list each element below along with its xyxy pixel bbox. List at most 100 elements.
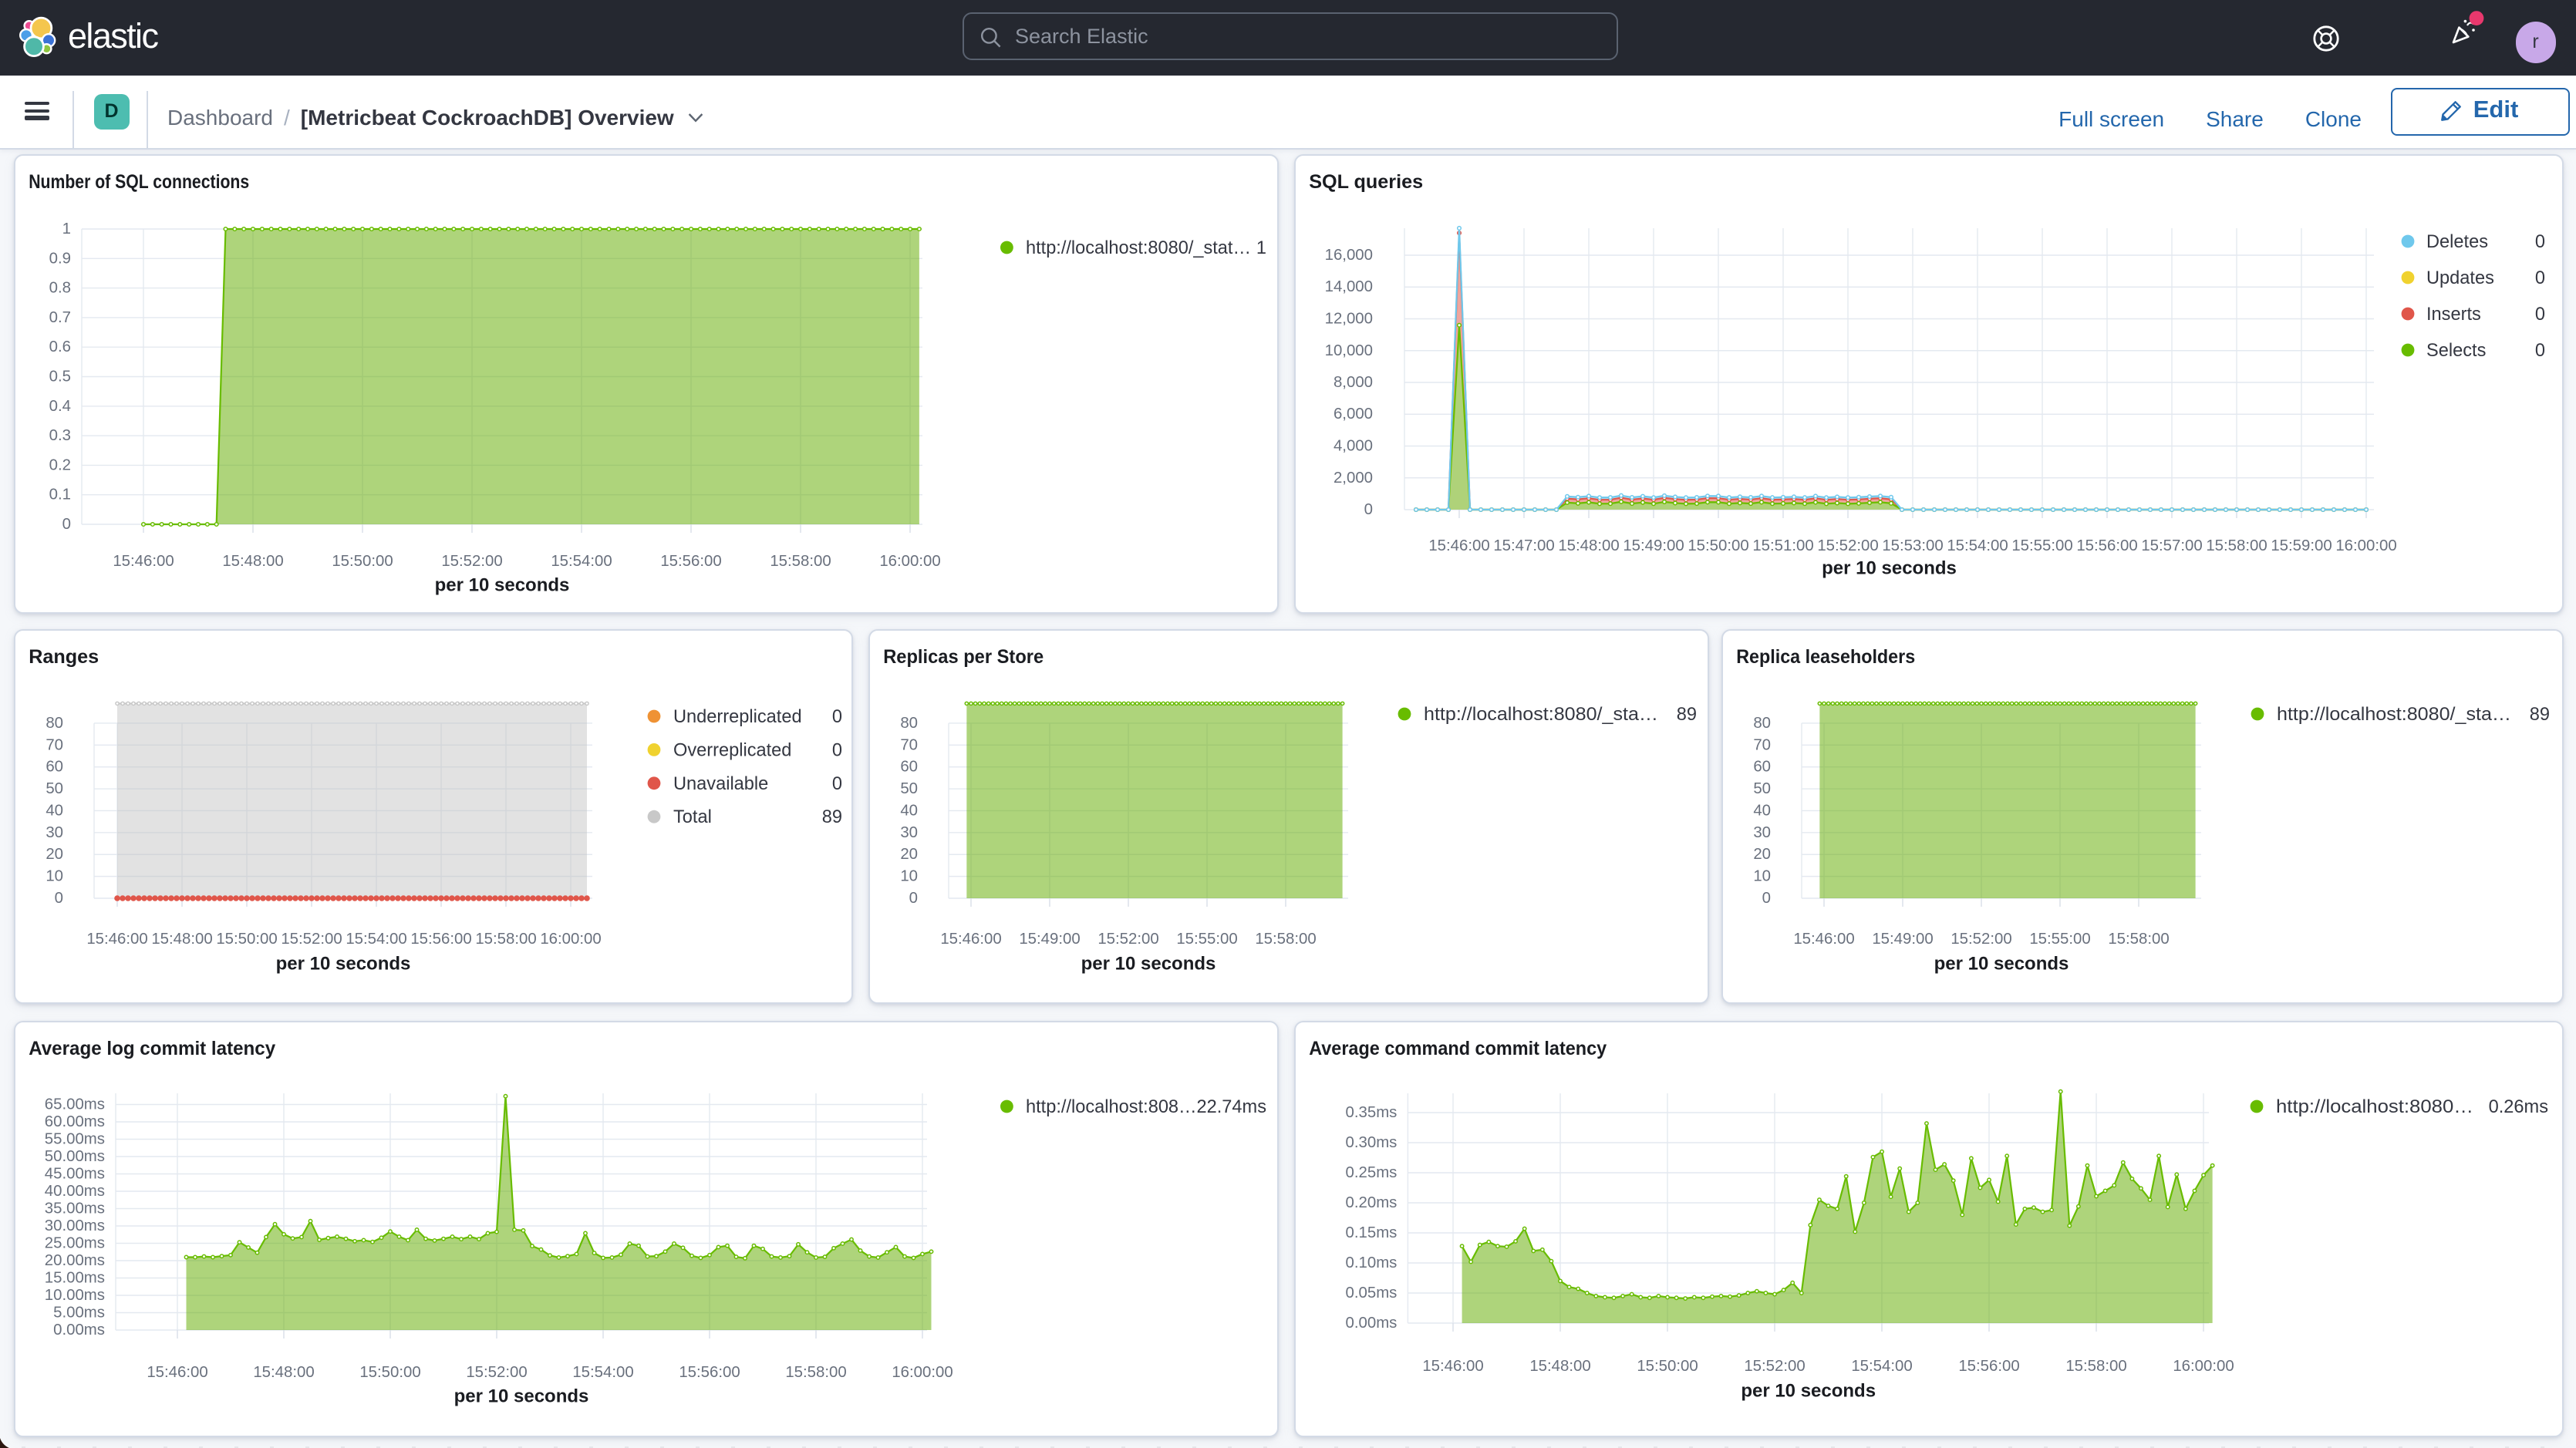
svg-text:60: 60 xyxy=(46,758,63,775)
svg-text:Underreplicated: Underreplicated xyxy=(673,706,802,726)
svg-text:89: 89 xyxy=(1677,704,1697,724)
svg-text:http://localhost:8080/_sta…: http://localhost:8080/_sta… xyxy=(1424,704,1658,724)
svg-text:15:47:00: 15:47:00 xyxy=(1493,537,1554,554)
svg-text:15:49:00: 15:49:00 xyxy=(1871,930,1932,947)
svg-text:15:46:00: 15:46:00 xyxy=(1428,537,1489,554)
svg-text:70: 70 xyxy=(900,736,918,753)
svg-text:16:00:00: 16:00:00 xyxy=(540,930,601,947)
svg-text:0: 0 xyxy=(2535,340,2545,360)
svg-text:15:58:00: 15:58:00 xyxy=(1255,930,1316,947)
svg-text:14,000: 14,000 xyxy=(1325,278,1373,295)
svg-text:55.00ms: 55.00ms xyxy=(45,1130,105,1147)
svg-text:40: 40 xyxy=(1752,801,1770,818)
svg-text:Unavailable: Unavailable xyxy=(673,773,768,793)
svg-text:15:56:00: 15:56:00 xyxy=(410,930,471,947)
svg-text:http://localhost:8080…: http://localhost:8080… xyxy=(2276,1096,2473,1116)
svg-text:15:50:00: 15:50:00 xyxy=(216,930,277,947)
svg-text:2,000: 2,000 xyxy=(1334,469,1373,486)
svg-text:per 10 seconds: per 10 seconds xyxy=(1741,1380,1876,1401)
svg-text:50: 50 xyxy=(46,780,63,796)
svg-text:70: 70 xyxy=(1752,736,1770,753)
svg-text:15:56:00: 15:56:00 xyxy=(660,552,721,569)
svg-text:30.00ms: 30.00ms xyxy=(45,1217,105,1234)
svg-text:Overreplicated: Overreplicated xyxy=(673,739,791,759)
svg-text:80: 80 xyxy=(46,714,63,731)
svg-text:15:52:00: 15:52:00 xyxy=(441,552,502,569)
svg-text:0: 0 xyxy=(832,706,842,726)
svg-text:Updates: Updates xyxy=(2426,268,2494,288)
svg-text:50: 50 xyxy=(900,780,918,796)
svg-text:10: 10 xyxy=(900,867,918,884)
svg-text:15:46:00: 15:46:00 xyxy=(1422,1357,1483,1374)
svg-text:15:59:00: 15:59:00 xyxy=(2271,537,2332,554)
svg-text:40.00ms: 40.00ms xyxy=(45,1182,105,1199)
svg-text:0.3: 0.3 xyxy=(49,426,71,443)
svg-text:60: 60 xyxy=(1752,758,1770,775)
svg-text:15:54:00: 15:54:00 xyxy=(1851,1357,1912,1374)
svg-text:15:52:00: 15:52:00 xyxy=(281,930,342,947)
svg-text:15:58:00: 15:58:00 xyxy=(770,552,831,569)
svg-text:15:52:00: 15:52:00 xyxy=(1817,537,1878,554)
svg-text:0.2: 0.2 xyxy=(49,456,71,473)
svg-text:15:46:00: 15:46:00 xyxy=(86,930,147,947)
svg-text:5.00ms: 5.00ms xyxy=(53,1304,105,1321)
svg-text:0: 0 xyxy=(62,515,71,532)
svg-text:15:58:00: 15:58:00 xyxy=(475,930,536,947)
svg-text:80: 80 xyxy=(900,714,918,731)
svg-text:40: 40 xyxy=(46,801,63,818)
svg-text:0.6: 0.6 xyxy=(49,338,71,355)
svg-text:1: 1 xyxy=(1256,237,1266,258)
svg-text:http://localhost:8080/_sta…: http://localhost:8080/_sta… xyxy=(2276,704,2510,724)
svg-text:0.25ms: 0.25ms xyxy=(1346,1163,1398,1180)
svg-text:0: 0 xyxy=(1364,500,1373,517)
svg-text:Average log commit latency: Average log commit latency xyxy=(29,1037,275,1059)
svg-text:per 10 seconds: per 10 seconds xyxy=(435,574,570,595)
svg-text:0: 0 xyxy=(2535,304,2545,324)
svg-text:10: 10 xyxy=(1752,867,1770,884)
svg-text:15:50:00: 15:50:00 xyxy=(332,552,393,569)
svg-text:0: 0 xyxy=(2535,268,2545,288)
svg-text:15:54:00: 15:54:00 xyxy=(346,930,406,947)
svg-text:0.7: 0.7 xyxy=(49,308,71,325)
svg-text:0.10ms: 0.10ms xyxy=(1346,1254,1398,1271)
svg-text:Selects: Selects xyxy=(2426,340,2486,360)
svg-text:0: 0 xyxy=(832,773,842,793)
svg-text:20.00ms: 20.00ms xyxy=(45,1251,105,1268)
svg-text:0.26ms: 0.26ms xyxy=(2489,1096,2548,1116)
svg-text:16:00:00: 16:00:00 xyxy=(2173,1357,2234,1374)
svg-text:89: 89 xyxy=(822,807,842,827)
svg-text:15:52:00: 15:52:00 xyxy=(1744,1357,1805,1374)
svg-text:0.1: 0.1 xyxy=(49,486,71,503)
svg-text:15:56:00: 15:56:00 xyxy=(679,1363,740,1380)
svg-text:15:50:00: 15:50:00 xyxy=(1637,1357,1698,1374)
svg-text:0.00ms: 0.00ms xyxy=(53,1321,105,1338)
svg-text:16,000: 16,000 xyxy=(1325,246,1373,263)
svg-text:0.35ms: 0.35ms xyxy=(1346,1103,1398,1120)
svg-text:per 10 seconds: per 10 seconds xyxy=(1934,953,2069,974)
svg-text:SQL queries: SQL queries xyxy=(1309,170,1423,192)
svg-text:per 10 seconds: per 10 seconds xyxy=(1081,953,1216,974)
svg-text:10,000: 10,000 xyxy=(1325,342,1373,359)
svg-text:Average command commit latency: Average command commit latency xyxy=(1309,1037,1607,1059)
svg-text:Replicas per Store: Replicas per Store xyxy=(883,645,1044,667)
svg-text:0.20ms: 0.20ms xyxy=(1346,1194,1398,1211)
svg-text:15:51:00: 15:51:00 xyxy=(1752,537,1813,554)
svg-text:15:49:00: 15:49:00 xyxy=(1623,537,1684,554)
svg-text:12,000: 12,000 xyxy=(1325,310,1373,327)
svg-text:16:00:00: 16:00:00 xyxy=(879,552,940,569)
svg-text:http://localhost:8080/_stat…: http://localhost:8080/_stat… xyxy=(1026,237,1251,258)
svg-text:15:49:00: 15:49:00 xyxy=(1019,930,1080,947)
svg-text:22.74ms: 22.74ms xyxy=(1197,1096,1267,1116)
svg-text:15:52:00: 15:52:00 xyxy=(1097,930,1158,947)
svg-text:1: 1 xyxy=(62,220,71,237)
svg-text:0.00ms: 0.00ms xyxy=(1346,1314,1398,1331)
svg-text:0: 0 xyxy=(909,889,918,906)
svg-text:15:46:00: 15:46:00 xyxy=(113,552,174,569)
svg-text:15:48:00: 15:48:00 xyxy=(222,552,283,569)
svg-text:16:00:00: 16:00:00 xyxy=(892,1363,953,1380)
svg-text:15:57:00: 15:57:00 xyxy=(2141,537,2202,554)
svg-text:50: 50 xyxy=(1752,780,1770,796)
svg-text:16:00:00: 16:00:00 xyxy=(2335,537,2396,554)
svg-text:15:48:00: 15:48:00 xyxy=(1558,537,1619,554)
svg-text:Deletes: Deletes xyxy=(2426,231,2488,251)
